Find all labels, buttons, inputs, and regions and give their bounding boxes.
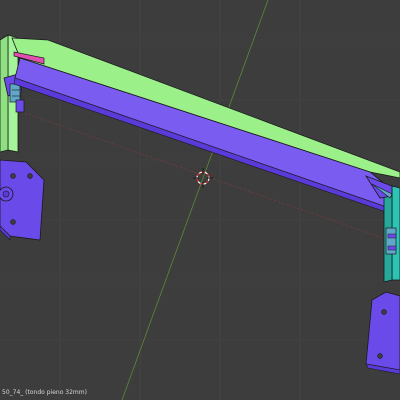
- main-beam[interactable]: [11, 37, 400, 215]
- right-base-plate[interactable]: [365, 291, 400, 375]
- active-object-label: 50_74_ (tondo pieno 32mm): [2, 389, 87, 396]
- 3d-viewport[interactable]: [0, 0, 400, 400]
- left-base-plate[interactable]: [0, 159, 45, 241]
